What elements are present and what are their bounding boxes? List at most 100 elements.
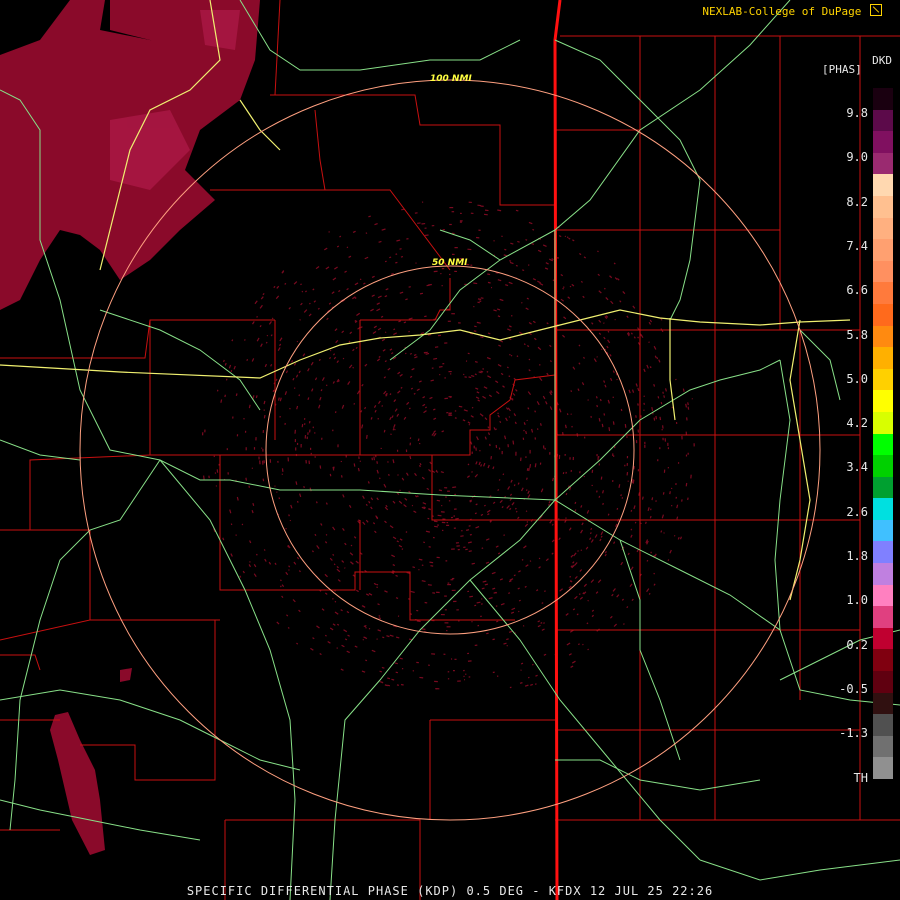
clutter-speck [598,463,600,466]
clutter-speck [444,342,448,344]
clutter-speck [467,590,470,593]
clutter-speck [451,313,455,315]
scale-swatch [873,519,893,542]
scale-swatch [873,239,893,261]
clutter-speck [453,527,456,529]
scale-swatch [873,282,893,304]
clutter-speck [306,436,308,440]
clutter-speck [661,429,663,431]
scale-swatch [873,109,893,132]
clutter-speck [657,459,659,462]
clutter-speck [435,688,438,690]
clutter-speck [450,373,452,375]
scale-swatch [873,498,893,520]
clutter-speck [441,267,445,270]
clutter-speck [598,455,600,458]
clutter-speck [446,411,449,414]
clutter-speck [624,464,626,467]
clutter-speck [245,447,247,451]
clutter-speck [446,524,450,526]
clutter-speck [450,658,453,660]
clutter-speck [549,452,551,455]
clutter-speck [269,459,272,463]
clutter-speck [405,449,408,453]
scale-swatch [873,411,893,434]
clutter-speck [215,485,218,487]
scale-swatch [873,671,893,693]
clutter-speck [667,467,669,469]
expand-icon[interactable] [870,4,882,16]
clutter-speck [300,444,302,448]
scale-swatch [873,606,893,628]
clutter-speck [454,246,458,249]
clutter-speck [449,207,454,209]
scale-tick-label: 9.8 [846,106,868,120]
clutter-speck [467,652,470,655]
clutter-speck [448,413,452,415]
clutter-speck [477,624,480,627]
clutter-speck [584,436,586,439]
clutter-speck [295,447,297,451]
clutter-speck [637,469,640,472]
clutter-speck [465,360,468,362]
clutter-speck [525,456,527,458]
clutter-speck [471,451,473,454]
clutter-speck [255,437,257,441]
clutter-speck [596,454,598,457]
clutter-speck [681,435,683,440]
clutter-speck [454,658,457,660]
scale-swatch [873,260,893,283]
clutter-speck [451,253,455,256]
clutter-speck [644,444,646,448]
clutter-speck [415,262,417,264]
clutter-speck [479,450,481,452]
clutter-speck [441,504,443,507]
clutter-speck [296,442,299,445]
clutter-speck [456,609,459,611]
scale-tick-label: 1.8 [846,549,868,563]
clutter-speck [544,447,546,450]
clutter-speck [434,680,438,683]
clutter-speck [558,454,561,459]
clutter-speck [243,418,245,420]
clutter-speck [412,670,415,672]
scale-tick-label: 9.0 [846,150,868,165]
clutter-speck [543,445,545,449]
credit-banner[interactable]: NEXLAB-College of DuPage [702,4,882,18]
clutter-speck [515,451,517,456]
clutter-speck [421,201,424,203]
clutter-speck [396,449,399,452]
clutter-speck [359,460,361,462]
scale-tick-label: 1.0 [846,593,868,608]
scale-swatch [873,455,893,477]
scale-swatch [873,779,893,801]
clutter-speck [253,447,256,450]
clutter-speck [446,521,449,524]
scale-swatch [873,692,893,715]
clutter-speck [529,449,531,454]
scale-tick-label: 3.4 [846,460,868,475]
clutter-speck [452,670,455,672]
clutter-speck [258,456,260,460]
clutter-speck [446,629,448,632]
clutter-speck [263,460,265,464]
clutter-speck [445,560,448,562]
clutter-speck [261,447,263,449]
clutter-speck [444,487,448,489]
scale-swatch [873,368,893,391]
clutter-speck [340,460,342,463]
scale-tick-label: -0.5 [839,681,868,696]
clutter-speck [693,443,695,447]
clutter-speck [314,432,316,434]
clutter-speck [451,589,456,592]
clutter-speck [436,591,440,594]
clutter-speck [627,480,629,482]
clutter-speck [443,653,446,655]
scale-swatch [873,563,893,585]
scale-tick-label: 0.2 [846,637,868,652]
clutter-speck [447,582,450,584]
scale-tick-label: 7.4 [846,238,868,253]
scale-swatch [873,390,893,412]
clutter-speck [424,227,427,229]
scale-swatch [873,541,893,564]
